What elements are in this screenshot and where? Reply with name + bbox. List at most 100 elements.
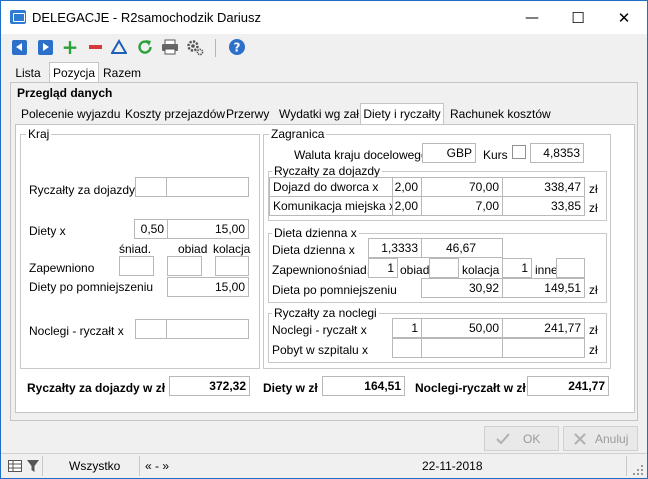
dieta-sniad-label: śniad. [338, 263, 371, 277]
tab-rachunek-kosztow[interactable]: Rachunek kosztów [450, 107, 551, 121]
status-separator [139, 456, 140, 476]
tab-przerwy[interactable]: Przerwy [226, 107, 269, 121]
pobyt-szpital-rate[interactable] [421, 338, 503, 358]
date-status: 22-11-2018 [422, 459, 483, 473]
total-diety-label: Diety w zł [263, 381, 318, 395]
kraj-noclegi-input[interactable] [135, 319, 167, 339]
window-title: DELEGACJE - R2samochodzik Dariusz [32, 10, 262, 25]
kurs-checkbox[interactable] [512, 145, 526, 159]
kraj-title: Kraj [26, 127, 52, 141]
kraj-ryczalty-label: Ryczałty za dojazdy x [29, 183, 145, 197]
komunikacja-qty[interactable]: 2,00 [392, 196, 422, 216]
kraj-noclegi-amount [166, 319, 249, 339]
komunikacja-label: Komunikacja miejska x [269, 196, 393, 216]
kraj-obiad-input[interactable] [167, 256, 202, 276]
kraj-ryczalty-amount [166, 177, 249, 197]
waluta-input[interactable]: GBP [422, 143, 476, 163]
kraj-diety-amount: 15,00 [167, 219, 249, 239]
tab-pozycja[interactable]: Pozycja [49, 62, 99, 83]
ok-button[interactable]: OK [484, 426, 559, 451]
noclegi-ryczalt-qty[interactable]: 1 [392, 318, 422, 338]
noclegi-ryczalt-rate[interactable]: 50,00 [421, 318, 503, 338]
section-title: Przegląd danych [17, 86, 113, 100]
currency-label: zł [589, 283, 598, 297]
status-separator [42, 456, 43, 476]
kraj-noclegi-label: Noclegi - ryczałt x [29, 324, 124, 338]
content-panel: Przegląd danych Polecenie wyjazdu Koszty… [10, 82, 638, 421]
dieta-obiad-input[interactable] [429, 258, 459, 278]
pobyt-szpital-amount [502, 338, 585, 358]
dieta-kolacja-input[interactable]: 1 [502, 258, 532, 278]
dieta-dzienna-label: Dieta dzienna x [272, 243, 355, 257]
minimize-button[interactable]: — [509, 1, 555, 34]
cancel-label: Anuluj [595, 431, 629, 446]
next-record-icon[interactable] [36, 38, 54, 56]
tab-koszty-przejazdow[interactable]: Koszty przejazdów [125, 107, 225, 121]
funnel-icon[interactable] [27, 459, 39, 473]
kraj-sniad-label: śniad. [119, 242, 152, 256]
kraj-diety-input[interactable]: 0,50 [134, 219, 168, 239]
app-icon [10, 10, 26, 24]
nav-status: « - » [145, 459, 170, 473]
filter-status: Wszystko [69, 459, 121, 473]
currency-label: zł [589, 323, 598, 337]
dieta-inne-label: inne [535, 263, 558, 277]
cross-icon [572, 431, 588, 447]
dieta-sniad-input[interactable]: 1 [368, 258, 398, 278]
print-icon[interactable] [161, 38, 179, 56]
kurs-label: Kurs [483, 148, 508, 162]
delete-icon[interactable] [86, 38, 104, 56]
kraj-kolacja-label: kolacja [213, 242, 251, 256]
settings-icon[interactable] [186, 38, 204, 56]
kraj-sniad-input[interactable] [119, 256, 154, 276]
total-noclegi-value: 241,77 [527, 376, 609, 396]
filter-icon[interactable] [110, 38, 128, 56]
svg-text:?: ? [234, 41, 241, 55]
dieta-zapewniono-label: Zapewniono [272, 263, 338, 277]
detail-tabs: Polecenie wyjazdu Koszty przejazdów Prze… [15, 103, 635, 125]
dieta-dzienna-qty[interactable]: 1,3333 [368, 238, 422, 258]
zagranica-title: Zagranica [269, 127, 327, 141]
toolbar-separator [215, 39, 216, 57]
dojazd-dworca-qty[interactable]: 2,00 [392, 177, 422, 197]
tab-lista[interactable]: Lista [9, 64, 47, 83]
kraj-ryczalty-input[interactable] [135, 177, 167, 197]
noclegi-ryczalt-amount: 241,77 [502, 318, 585, 338]
add-icon[interactable]: + [61, 37, 79, 57]
dojazd-dworca-rate[interactable]: 70,00 [421, 177, 503, 197]
kraj-zapewniono-label: Zapewniono [29, 261, 95, 275]
maximize-button[interactable]: ☐ [555, 1, 601, 34]
noclegi-ryczalt-label: Noclegi - ryczałt x [272, 323, 367, 337]
noclegi-title: Ryczałty za noclegi [272, 306, 379, 320]
help-icon[interactable]: ? [228, 38, 246, 56]
refresh-icon[interactable] [136, 38, 154, 56]
check-icon [495, 431, 511, 447]
tab-wydatki[interactable]: Wydatki wg zał. [279, 107, 362, 121]
dojazd-dworca-label: Dojazd do dworca x [269, 177, 393, 197]
tab-razem[interactable]: Razem [101, 64, 143, 83]
table-icon[interactable] [8, 460, 22, 472]
currency-label: zł [589, 201, 598, 215]
currency-label: zł [589, 343, 598, 357]
kurs-input[interactable]: 4,8353 [530, 143, 584, 163]
komunikacja-amount: 33,85 [502, 196, 585, 216]
close-button[interactable]: ✕ [601, 1, 647, 34]
komunikacja-rate[interactable]: 7,00 [421, 196, 503, 216]
tab-polecenie-wyjazdu[interactable]: Polecenie wyjazdu [21, 107, 120, 121]
dieta-kolacja-label: kolacja [462, 263, 500, 277]
dieta-pomn-amount: 149,51 [502, 278, 585, 298]
status-separator [626, 456, 627, 476]
dieta-dzienna-rate: 46,67 [421, 238, 503, 258]
dieta-pomn-rate: 30,92 [421, 278, 503, 298]
toolbar: + ? [1, 34, 647, 62]
dieta-title: Dieta dzienna x [272, 226, 359, 240]
prev-record-icon[interactable] [10, 38, 28, 56]
cancel-button[interactable]: Anuluj [563, 426, 638, 451]
dojazd-dworca-amount: 338,47 [502, 177, 585, 197]
resize-grip-icon[interactable] [633, 464, 643, 475]
dieta-inne-input[interactable] [556, 258, 585, 278]
tab-diety-i-ryczalty[interactable]: Diety i ryczałty [360, 103, 444, 125]
kraj-kolacja-input[interactable] [215, 256, 249, 276]
pobyt-szpital-qty[interactable] [392, 338, 422, 358]
zagr-ryczalty-title: Ryczałty za dojazdy [272, 164, 383, 178]
